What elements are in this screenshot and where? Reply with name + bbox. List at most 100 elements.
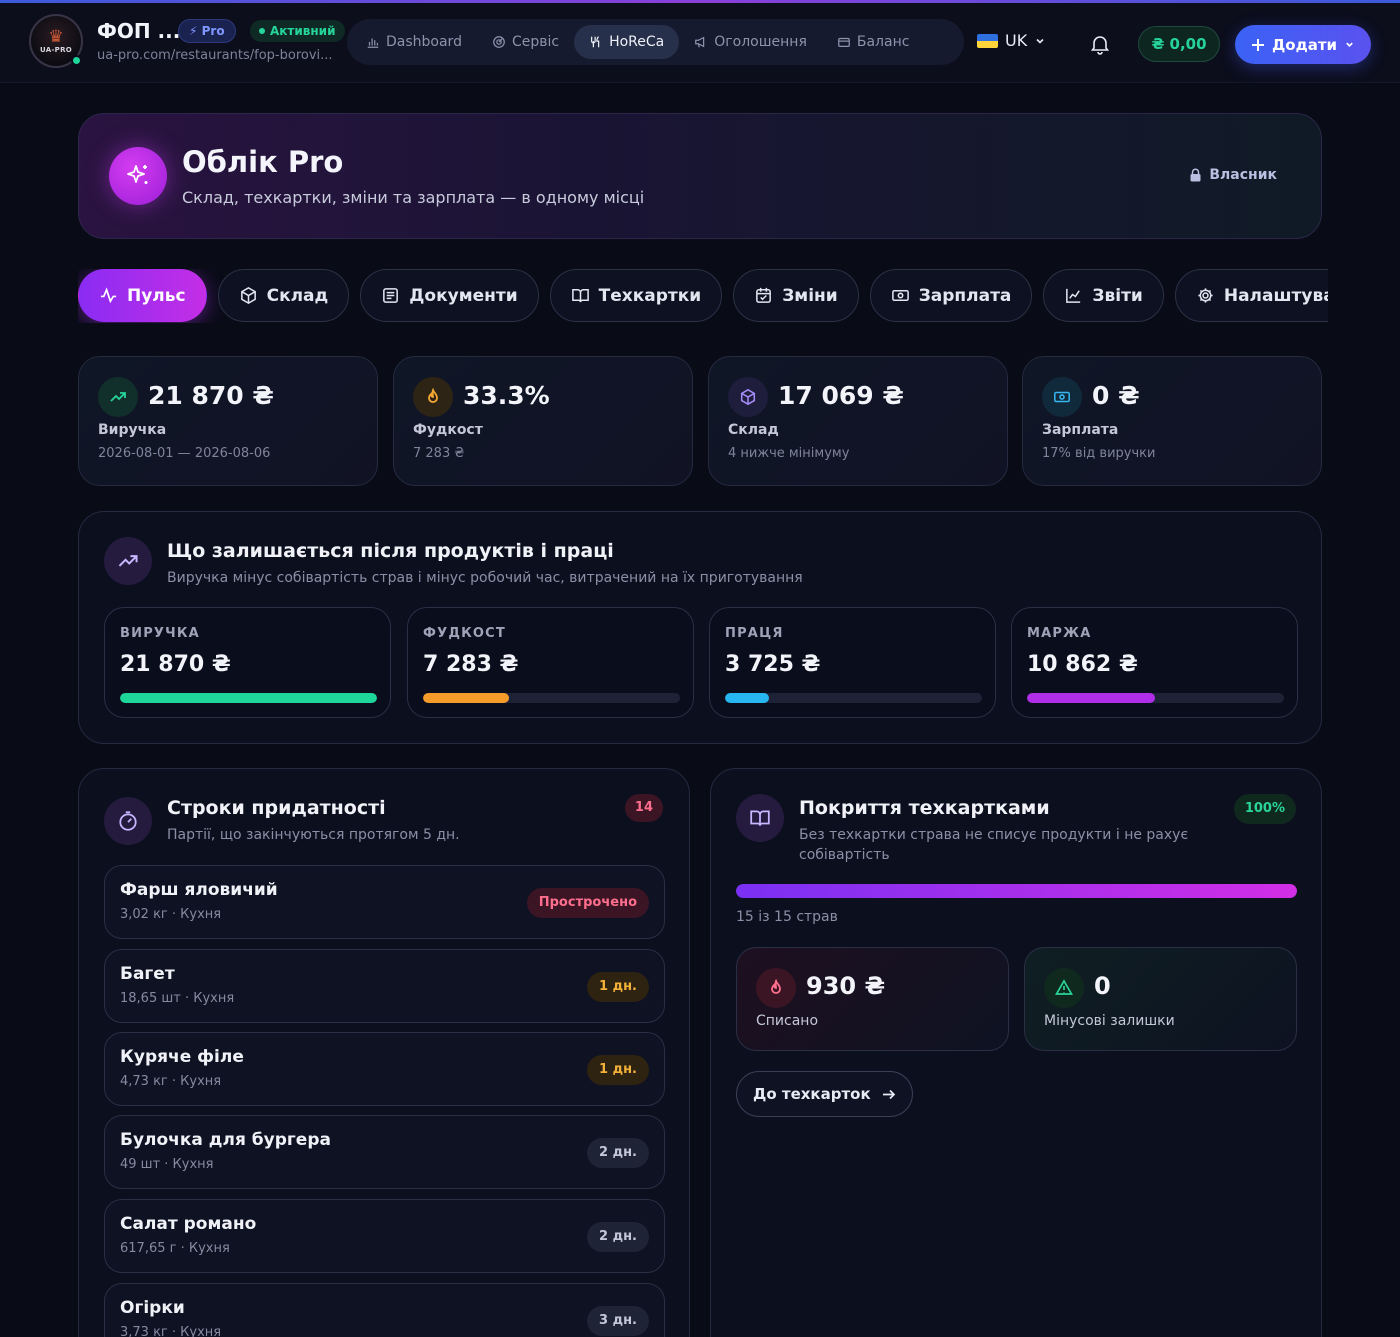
flame-icon (413, 377, 453, 417)
banknote-icon (1042, 377, 1082, 417)
online-status-dot (71, 55, 82, 66)
status-badge: 1 дн. (587, 1055, 649, 1085)
business-url[interactable]: ua-pro.com/restaurants/fop-borovi... (97, 48, 347, 63)
trending-up-icon (104, 537, 152, 585)
list-item[interactable]: Огірки 3,73 кг · Кухня 3 дн. (104, 1283, 665, 1337)
margin-box-labor: ПРАЦЯ 3 725 ₴ (709, 607, 996, 718)
kpi-sub: 7 283 ₴ (413, 446, 465, 461)
banknote-icon (891, 289, 909, 302)
tab-techcards[interactable]: Техкартки (549, 269, 723, 322)
activity-icon (100, 287, 117, 304)
kpi-label: Склад (728, 422, 779, 438)
module-hero: Облік Pro Склад, техкартки, зміни та зар… (78, 113, 1322, 239)
kpi-warehouse[interactable]: 17 069 ₴ Склад 4 нижче мінімуму (708, 356, 1008, 486)
trending-up-icon (98, 377, 138, 417)
coverage-progress-track (736, 884, 1297, 898)
book-icon (736, 794, 784, 842)
kpi-revenue[interactable]: 21 870 ₴ Виручка 2026-08-01 — 2026-08-06 (78, 356, 378, 486)
status-dot-icon (259, 28, 265, 34)
kpi-sub: 17% від виручки (1042, 446, 1156, 461)
language-selector[interactable]: UK (977, 31, 1046, 50)
wallet-icon (838, 37, 850, 47)
coverage-progress-fill (736, 884, 1297, 898)
crest-icon: ♛ (48, 26, 64, 47)
list-item[interactable]: Багет 18,65 шт · Кухня 1 дн. (104, 949, 665, 1023)
margin-box-foodcost: ФУДКОСТ 7 283 ₴ (407, 607, 694, 718)
tab-reports[interactable]: Звіти (1043, 269, 1164, 322)
page-title: Облік Pro (182, 145, 344, 179)
app-header: ♛ UA-PRO ФОП ... ⚡ Pro Активний ua-pro.c… (0, 3, 1400, 83)
progress-fill (423, 693, 509, 703)
list-item[interactable]: Булочка для бургера 49 шт · Кухня 2 дн. (104, 1115, 665, 1189)
nav-service[interactable]: Сервіс (477, 25, 574, 59)
megaphone-icon (695, 36, 705, 48)
kpi-value: 0 ₴ (1092, 381, 1140, 410)
chevron-down-icon (1036, 38, 1044, 44)
kpi-foodcost[interactable]: 33.3% Фудкост 7 283 ₴ (393, 356, 693, 486)
nav-balance[interactable]: Баланс (822, 25, 925, 59)
tab-pulse[interactable]: Пульс (78, 269, 207, 322)
timer-icon (104, 797, 152, 845)
arrow-right-icon (882, 1089, 895, 1099)
box-icon (728, 377, 768, 417)
role-badge: Власник (1189, 167, 1277, 183)
coverage-percent-badge: 100% (1233, 794, 1296, 824)
business-logo[interactable]: ♛ UA-PRO (29, 14, 83, 68)
list-item[interactable]: Салат романо 617,65 г · Кухня 2 дн. (104, 1199, 665, 1273)
kpi-value: 21 870 ₴ (148, 381, 274, 410)
section-subtitle: Виручка мінус собівартість страв і мінус… (167, 570, 803, 586)
go-to-techcards-button[interactable]: До техкарток (736, 1071, 913, 1117)
gear-icon (1198, 288, 1213, 303)
status-badge: 1 дн. (587, 972, 649, 1002)
kpi-value: 17 069 ₴ (778, 381, 904, 410)
tab-settings[interactable]: Налаштування (1174, 269, 1328, 322)
sparkles-icon (109, 147, 167, 205)
kpi-salary[interactable]: 0 ₴ Зарплата 17% від виручки (1022, 356, 1322, 486)
progress-track (1027, 693, 1284, 703)
page-subtitle: Склад, техкартки, зміни та зарплата — в … (182, 188, 645, 207)
status-badge: 2 дн. (587, 1222, 649, 1252)
margin-section: Що залишається після продуктів і праці В… (78, 511, 1322, 744)
book-icon (571, 289, 589, 303)
tab-documents[interactable]: Документи (360, 269, 539, 322)
nav-ads[interactable]: Оголошення (679, 25, 822, 59)
balance-button[interactable]: ₴ 0,00 (1138, 26, 1220, 62)
kpi-sub: 2026-08-01 — 2026-08-06 (98, 446, 271, 461)
bar-chart-icon (367, 38, 379, 48)
kpi-label: Виручка (98, 422, 167, 438)
progress-fill (1027, 693, 1155, 703)
section-subtitle: Без техкартки страва не списує продукти … (799, 827, 1189, 863)
status-badge: 3 дн. (587, 1306, 649, 1336)
chevron-down-icon (1346, 42, 1353, 48)
business-name[interactable]: ФОП ... (97, 19, 180, 43)
tab-warehouse[interactable]: Склад (217, 269, 350, 322)
status-badge: Прострочено (526, 888, 649, 918)
progress-track (120, 693, 377, 703)
list-item[interactable]: Фарш яловичий 3,02 кг · Кухня Прострочен… (104, 865, 665, 939)
flame-icon (756, 968, 796, 1008)
ukraine-flag-icon (977, 33, 998, 48)
tab-salary[interactable]: Зарплата (869, 269, 1033, 322)
section-title: Строки придатності (167, 797, 386, 819)
expiry-count-badge: 14 (624, 794, 663, 822)
coverage-caption: 15 із 15 страв (736, 909, 838, 925)
plus-icon (1251, 38, 1264, 51)
kpi-label: Фудкост (413, 422, 483, 438)
tab-shifts[interactable]: Зміни (733, 269, 859, 322)
progress-track (423, 693, 680, 703)
status-badge: Активний (250, 20, 345, 42)
bell-icon[interactable] (1088, 32, 1112, 56)
gauge-icon (493, 36, 505, 48)
utensils-icon (591, 36, 600, 48)
lightning-icon: ⚡ (189, 24, 198, 38)
nav-horeca[interactable]: HoReCa (574, 25, 680, 59)
logo-text: UA-PRO (39, 45, 73, 54)
progress-track (725, 693, 982, 703)
kpi-value: 33.3% (463, 381, 550, 410)
add-button[interactable]: Додати (1235, 25, 1371, 64)
nav-dashboard[interactable]: Dashboard (351, 25, 477, 59)
progress-fill (120, 693, 377, 703)
document-icon (383, 288, 399, 303)
list-item[interactable]: Куряче філе 4,73 кг · Кухня 1 дн. (104, 1032, 665, 1106)
section-title: Що залишається після продуктів і праці (167, 540, 614, 562)
